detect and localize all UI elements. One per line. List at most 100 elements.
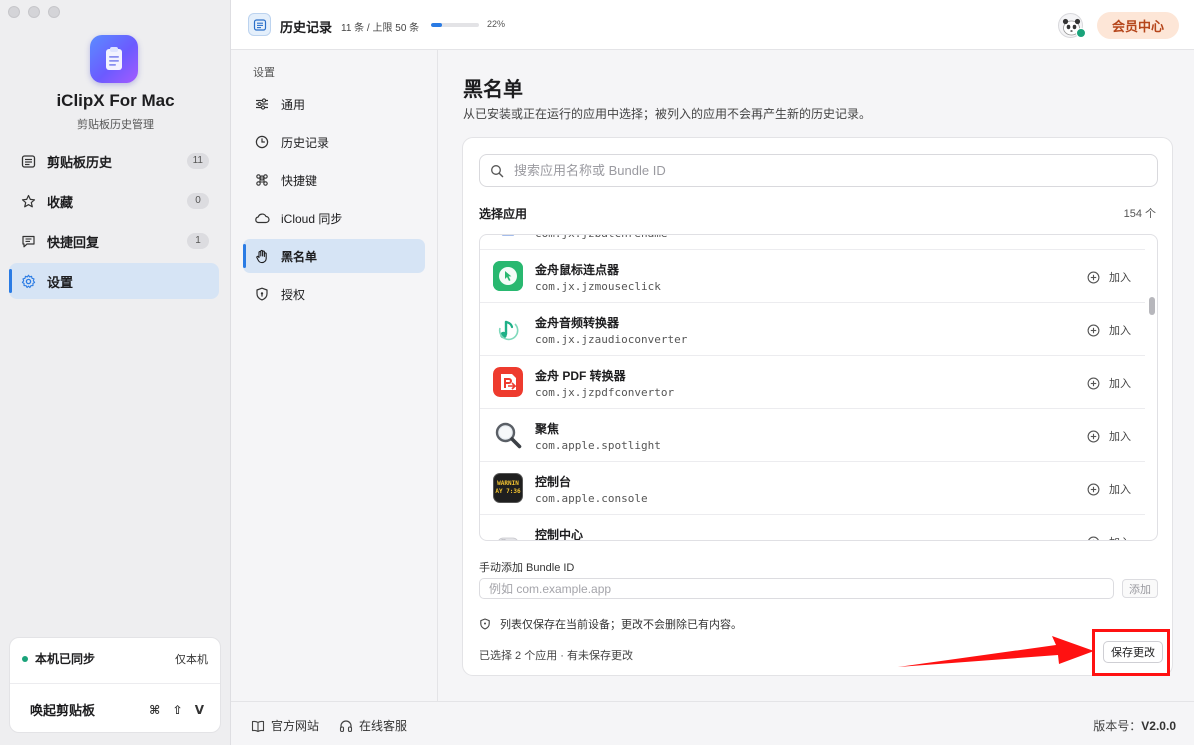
main-sidebar: iClipX For Mac 剪贴板历史管理 剪贴板历史 11 收藏 0 快捷回…	[0, 0, 231, 745]
add-label: 加入	[1109, 272, 1131, 284]
sliders-icon	[254, 96, 270, 112]
add-to-blacklist-button[interactable]: 加入	[1087, 322, 1131, 338]
settings-item-label: iCloud 同步	[281, 211, 343, 226]
official-website-label: 官方网站	[271, 719, 320, 733]
blacklist-panel: 黑名单 从已安装或正在运行的应用中选择；被列入的应用不会再产生新的历史记录。 选…	[438, 50, 1194, 701]
app-row-partial[interactable]: com.jx.jzbatchrename	[480, 235, 1145, 250]
nav-item-label: 设置	[47, 274, 74, 290]
settings-item-label: 授权	[281, 287, 306, 302]
sync-card: 本机已同步 仅本机 唤起剪贴板 ⌘ ⇧ V	[9, 637, 221, 733]
official-website-link[interactable]: 官方网站	[251, 717, 319, 734]
settings-item-history[interactable]: 历史记录	[243, 125, 425, 159]
add-label: 加入	[1109, 378, 1131, 390]
hand-icon	[254, 248, 270, 264]
app-logo-icon	[90, 35, 138, 83]
version-info: 版本号：V2.0.0	[1093, 717, 1176, 734]
app-list-scrollbar[interactable]	[1147, 239, 1156, 537]
sync-status-dot	[22, 655, 28, 662]
toggle-app-icon	[493, 526, 523, 540]
progress-fill	[431, 23, 442, 27]
verified-badge-icon	[1076, 28, 1086, 38]
plus-circle-icon	[1087, 377, 1100, 390]
wake-clipboard-row[interactable]: 唤起剪贴板 ⌘ ⇧ V	[30, 700, 208, 719]
page-title: 黑名单	[463, 79, 523, 101]
window-controls	[8, 6, 60, 18]
nav-item-favorites[interactable]: 收藏 0	[9, 183, 219, 219]
version-label: 版本号：	[1093, 719, 1142, 733]
plus-circle-icon	[1087, 483, 1100, 496]
scrollbar-thumb[interactable]	[1149, 297, 1155, 315]
minimize-window-button[interactable]	[28, 6, 40, 18]
app-name: 控制中心	[535, 528, 584, 541]
settings-item-icloud[interactable]: iCloud 同步	[243, 201, 425, 235]
add-to-blacklist-button[interactable]: 加入	[1087, 428, 1131, 444]
selection-status: 已选择 2 个应用 · 有未保存更改	[479, 650, 634, 662]
chat-bubble-icon	[20, 233, 36, 249]
online-support-link[interactable]: 在线客服	[339, 717, 407, 734]
settings-item-general[interactable]: 通用	[243, 87, 425, 121]
online-support-label: 在线客服	[359, 719, 408, 733]
app-row: WARNIN AY 7:36 控制台 com.apple.console 加入	[480, 462, 1145, 515]
vip-center-button[interactable]: 会员中心	[1097, 12, 1179, 39]
nav-item-label: 快捷回复	[47, 234, 100, 250]
count-badge: 1	[187, 233, 209, 249]
settings-item-label: 快捷键	[281, 173, 318, 188]
plus-circle-icon	[1087, 324, 1100, 337]
add-to-blacklist-button[interactable]: 加入	[1087, 534, 1131, 540]
close-window-button[interactable]	[8, 6, 20, 18]
sync-scope: 仅本机	[175, 653, 208, 666]
add-to-blacklist-button[interactable]: 加入	[1087, 481, 1131, 497]
history-percent: 22%	[487, 19, 506, 29]
sync-status-text: 本机已同步	[35, 652, 96, 666]
search-box[interactable]	[479, 154, 1158, 187]
sync-status-row: 本机已同步 仅本机	[22, 650, 208, 667]
settings-item-label: 历史记录	[281, 135, 330, 150]
app-bundle-id: com.jx.jzmouseclick	[535, 280, 661, 293]
zoom-window-button[interactable]	[48, 6, 60, 18]
add-label: 加入	[1109, 484, 1131, 496]
add-label: 加入	[1109, 325, 1131, 337]
add-to-blacklist-button[interactable]: 加入	[1087, 375, 1131, 391]
shield-icon	[479, 618, 491, 630]
app-name: 金舟 PDF 转换器	[535, 369, 626, 383]
command-icon	[254, 172, 270, 188]
nav-item-clipboard-history[interactable]: 剪贴板历史 11	[9, 143, 219, 179]
app-row: 聚焦 com.apple.spotlight 加入	[480, 409, 1145, 462]
storage-note-text: 列表仅保存在当前设备；更改不会删除已有内容。	[500, 619, 742, 631]
add-bundle-button[interactable]: 添加	[1122, 579, 1158, 598]
save-changes-button[interactable]: 保存更改	[1103, 641, 1163, 663]
history-icon	[248, 13, 271, 36]
mouse-click-app-icon	[493, 261, 523, 291]
search-input[interactable]	[514, 163, 1134, 178]
magnifier-app-icon	[493, 420, 523, 450]
count-badge: 11	[186, 153, 209, 169]
nav-item-settings[interactable]: 设置	[9, 263, 219, 299]
add-label: 加入	[1109, 534, 1131, 540]
app-bundle-id: com.jx.jzbatchrename	[535, 235, 667, 240]
app-window: iClipX For Mac 剪贴板历史管理 剪贴板历史 11 收藏 0 快捷回…	[0, 0, 1194, 745]
wake-clipboard-label: 唤起剪贴板	[30, 703, 96, 718]
topbar-title: 历史记录	[280, 20, 333, 35]
blacklist-card: 选择应用 154 个 com.jx.jzbatchrename 金舟鼠标连点器	[462, 137, 1173, 676]
bundle-id-input[interactable]	[479, 578, 1114, 599]
app-name: 聚焦	[535, 422, 560, 436]
settings-item-label: 黑名单	[281, 249, 318, 264]
plus-circle-icon	[1087, 271, 1100, 284]
settings-item-shortcuts[interactable]: 快捷键	[243, 163, 425, 197]
settings-nav: 设置 通用 历史记录 快捷键 iCloud 同步 黑名单 授权	[231, 50, 438, 701]
main-nav: 剪贴板历史 11 收藏 0 快捷回复 1 设置	[9, 143, 219, 303]
book-icon	[251, 719, 265, 733]
settings-item-blacklist[interactable]: 黑名单	[243, 239, 425, 273]
add-to-blacklist-button[interactable]: 加入	[1087, 269, 1131, 285]
nav-item-quick-replies[interactable]: 快捷回复 1	[9, 223, 219, 259]
app-row: 金舟音频转换器 com.jx.jzaudioconverter 加入	[480, 303, 1145, 356]
app-subtitle: 剪贴板历史管理	[77, 119, 154, 131]
app-row: 金舟鼠标连点器 com.jx.jzmouseclick 加入	[480, 250, 1145, 303]
nav-item-label: 剪贴板历史	[47, 154, 113, 170]
app-row: 金舟 PDF 转换器 com.jx.jzpdfconvertor 加入	[480, 356, 1145, 409]
music-note-app-icon	[493, 314, 523, 344]
settings-item-license[interactable]: 授权	[243, 277, 425, 311]
search-icon	[490, 164, 504, 178]
nav-item-label: 收藏	[47, 194, 74, 210]
history-count: 11 条 / 上限 50 条	[341, 23, 420, 34]
